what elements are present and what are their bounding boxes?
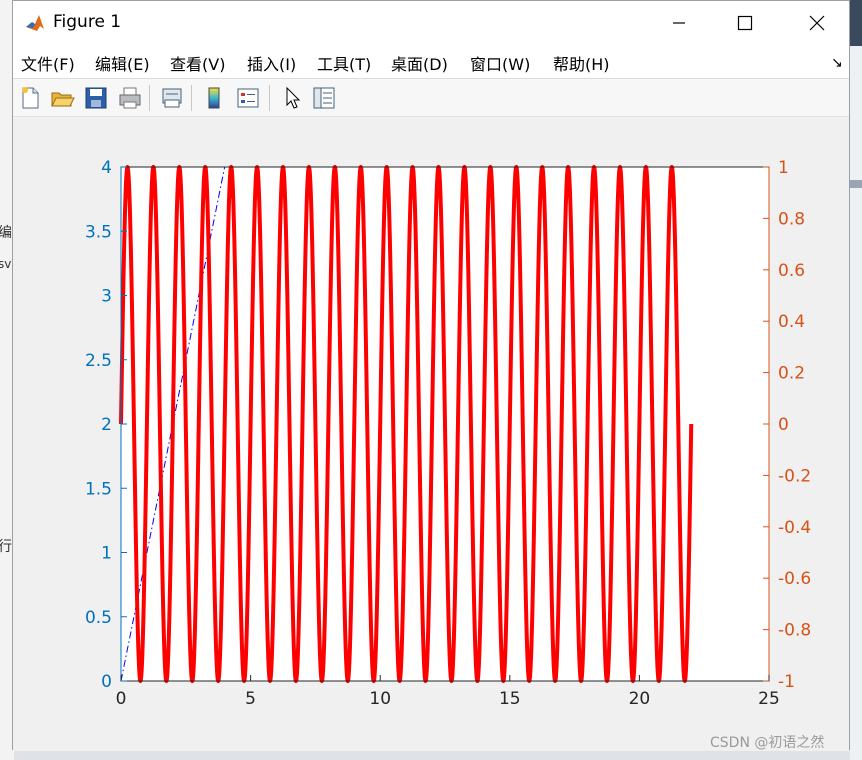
toolbar-separator [191,85,192,111]
menu-bar: 文件(F) 编辑(E) 查看(V) 插入(I) 工具(T) 桌面(D) 窗口(W… [13,45,849,79]
x-tick-label: 5 [245,689,256,709]
new-figure-icon[interactable] [17,85,43,111]
bg-fragment: 编 [0,225,12,241]
right-y-tick-label: -0.4 [778,518,811,538]
figure-toolbar [13,79,849,117]
insert-legend-icon[interactable] [235,85,261,111]
open-file-icon[interactable] [49,85,75,111]
right-y-axis-ticks: -1 -0.8 -0.6 -0.4 -0.2 0 0.2 0.4 0.6 0.8 1 [763,158,811,692]
bg-block [850,0,862,46]
right-y-tick-label: -0.8 [778,621,811,641]
figure-canvas: 0 5 10 15 20 25 0 0.5 1 1.5 2 2.5 3 3.5 4 -1 -0.8 -0.6-… [13,118,849,751]
menu-insert[interactable]: 插入(I) [247,51,296,75]
right-y-tick-label: 0.6 [778,261,805,281]
left-y-tick-label: 1 [101,544,112,564]
left-y-tick-label: 1.5 [85,479,112,499]
toolbar-separator [149,85,150,111]
maximize-button[interactable] [725,9,765,37]
chart-svg[interactable]: 0 5 10 15 20 25 00.511.522.533.54 -1-0.8-0.6-… [13,118,849,750]
save-icon[interactable] [83,85,109,111]
edit-plot-arrow-icon[interactable] [279,85,305,111]
bg-block [850,180,862,188]
menu-view[interactable]: 查看(V) [170,51,225,75]
x-tick-label: 25 [758,689,780,709]
left-y-tick-label: 2 [101,415,112,435]
x-tick-label: 0 [116,689,127,709]
x-tick-label: 15 [499,689,521,709]
right-y-tick-label: 0.4 [778,312,805,332]
figure-window: Figure 1 文件(F) 编辑(E) 查看(V) 插入(I) 工具(T) 桌… [12,0,850,751]
window-title: Figure 1 [53,12,122,32]
x-tick-label: 10 [369,689,391,709]
left-y-tick-label: 2.5 [85,351,112,371]
print-preview-icon[interactable] [159,85,185,111]
right-y-tick-label: 0.2 [778,364,805,384]
menu-edit[interactable]: 编辑(E) [95,51,150,75]
toolbar-separator [269,85,270,111]
bg-fragment: 行 [0,539,12,555]
right-y-tick-label: 1 [778,158,789,178]
property-inspector-icon[interactable] [311,85,337,111]
menu-file[interactable]: 文件(F) [21,51,75,75]
watermark-text: CSDN @初语之然 [710,735,825,751]
right-y-tick-label: 0 [778,415,789,435]
title-bar[interactable]: Figure 1 [13,1,849,45]
left-y-tick-label: 0.5 [85,608,112,628]
left-y-tick-label: 3 [101,287,112,307]
left-y-tick-label: 4 [101,158,112,178]
menu-window[interactable]: 窗口(W) [470,51,530,75]
x-tick-label: 20 [629,689,651,709]
menu-tools[interactable]: 工具(T) [317,51,371,75]
right-y-tick-label: -1 [778,672,795,692]
background-right-strip [850,0,862,760]
left-y-tick-label: 0 [101,672,112,692]
bg-fragment: sv [0,257,12,271]
left-y-tick-label: 3.5 [85,222,112,242]
close-button[interactable] [797,9,837,37]
right-y-tick-label: -0.2 [778,466,811,486]
dock-arrow-icon[interactable]: ↘ [831,55,843,71]
matlab-logo-icon [25,13,45,33]
menu-desktop[interactable]: 桌面(D) [391,51,448,75]
right-y-tick-label: 0.8 [778,209,805,229]
minimize-button[interactable] [659,9,699,37]
right-y-tick-label: -0.6 [778,569,811,589]
insert-colorbar-icon[interactable] [201,85,227,111]
menu-help[interactable]: 帮助(H) [553,51,610,75]
print-icon[interactable] [117,85,143,111]
